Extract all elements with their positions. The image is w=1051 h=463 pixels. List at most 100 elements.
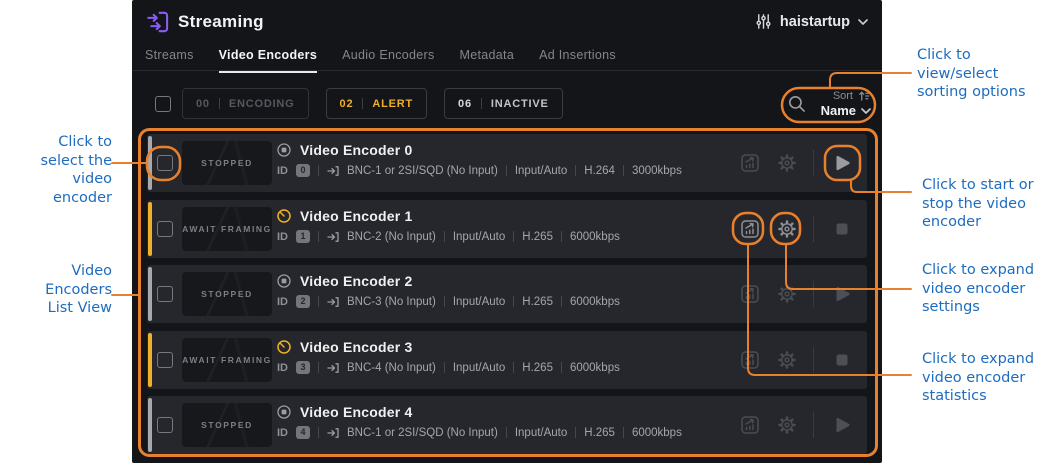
encoder-codec: H.265: [522, 362, 553, 374]
id-label: ID: [277, 165, 288, 177]
annotation-select-encoder: Click toselect thevideoencoder: [20, 133, 112, 207]
encoder-thumbnail: STOPPED: [182, 272, 272, 316]
encoder-thumbnail: AWAIT FRAMING: [182, 338, 272, 382]
search-icon[interactable]: [787, 94, 807, 114]
sliders-icon: [755, 13, 772, 30]
encoder-mode: Input/Auto: [453, 362, 505, 374]
encoder-bitrate: 6000kbps: [632, 427, 682, 439]
select-all-checkbox[interactable]: [155, 96, 171, 112]
statistics-button[interactable]: [739, 349, 761, 371]
meta-separator: [575, 165, 576, 176]
encoder-name: Video Encoder 4: [300, 404, 412, 420]
encoder-bitrate: 6000kbps: [570, 296, 620, 308]
encoder-codec: H.265: [522, 296, 553, 308]
sort-dropdown[interactable]: Sort Name: [821, 90, 871, 118]
id-badge: 3: [296, 361, 310, 374]
encoder-4-checkbox[interactable]: [157, 417, 173, 433]
play-icon: [838, 157, 849, 169]
statistics-button[interactable]: [739, 414, 761, 436]
alert-count: 02: [340, 98, 354, 110]
stopped-status-icon: [277, 405, 291, 419]
encoder-mode: Input/Auto: [515, 427, 567, 439]
encoder-mode: Input/Auto: [453, 231, 505, 243]
encoder-3-checkbox[interactable]: [157, 352, 173, 368]
filter-alert[interactable]: 02 ALERT: [326, 88, 428, 119]
input-icon: [327, 296, 339, 308]
statistics-button[interactable]: [739, 218, 761, 240]
encoder-codec: H.265: [584, 427, 615, 439]
statistics-button[interactable]: [739, 152, 761, 174]
encoder-name: Video Encoder 2: [300, 273, 412, 289]
meta-separator: [561, 231, 562, 242]
action-divider: [813, 216, 814, 242]
streaming-app-window: Streaming haistartup Streams Video Encod…: [132, 0, 882, 463]
meta-separator: [623, 165, 624, 176]
encoder-row-3[interactable]: AWAIT FRAMING Video Encoder 3 ID 3 BNC-4…: [147, 331, 867, 389]
meta-separator: [575, 427, 576, 438]
encoder-row-2[interactable]: STOPPED Video Encoder 2 ID 2 BNC-3 (No I…: [147, 265, 867, 323]
annotation-list-view: VideoEncodersList View: [20, 262, 112, 318]
action-divider: [813, 281, 814, 307]
stop-icon: [837, 224, 848, 235]
encoder-meta: ID 3 BNC-4 (No Input) Input/Auto H.265 6…: [277, 361, 620, 374]
tab-divider: [132, 70, 882, 71]
thumbnail-label: STOPPED: [201, 420, 253, 430]
encoder-0-checkbox[interactable]: [157, 155, 173, 171]
meta-separator: [318, 427, 319, 438]
thumbnail-label: AWAIT FRAMING: [182, 355, 272, 365]
meta-separator: [513, 231, 514, 242]
settings-button[interactable]: [776, 218, 798, 240]
encoder-bitrate: 6000kbps: [570, 231, 620, 243]
id-badge: 1: [296, 230, 310, 243]
filter-encoding[interactable]: 00 ENCODING: [182, 88, 309, 119]
status-stripe: [148, 136, 152, 190]
chip-separator: [362, 98, 363, 109]
settings-button[interactable]: [776, 349, 798, 371]
id-label: ID: [277, 427, 288, 439]
encoder-2-checkbox[interactable]: [157, 286, 173, 302]
status-stripe: [148, 398, 152, 452]
settings-button[interactable]: [776, 283, 798, 305]
meta-separator: [561, 362, 562, 373]
encoder-mode: Input/Auto: [453, 296, 505, 308]
statistics-button[interactable]: [739, 283, 761, 305]
screenshot-canvas: Streaming haistartup Streams Video Encod…: [0, 0, 1051, 463]
action-divider: [813, 347, 814, 373]
meta-separator: [513, 362, 514, 373]
start-stop-button[interactable]: [829, 150, 855, 176]
encoder-row-4[interactable]: STOPPED Video Encoder 4 ID 4 BNC-1 or 2S…: [147, 396, 867, 454]
id-label: ID: [277, 362, 288, 374]
start-stop-button[interactable]: [829, 216, 855, 242]
settings-button[interactable]: [776, 414, 798, 436]
annotation-statistics: Click to expandvideo encoderstatistics: [922, 350, 1047, 406]
input-icon: [327, 231, 339, 243]
sort-order-icon: [858, 90, 871, 102]
start-stop-button[interactable]: [829, 281, 855, 307]
meta-separator: [623, 427, 624, 438]
encoder-name: Video Encoder 1: [300, 208, 412, 224]
thumbnail-label: AWAIT FRAMING: [182, 224, 272, 234]
await-framing-status-icon: [277, 209, 291, 223]
input-icon: [327, 427, 339, 439]
meta-separator: [506, 165, 507, 176]
account-menu[interactable]: haistartup: [755, 13, 868, 30]
encoder-input: BNC-3 (No Input): [347, 296, 436, 308]
meta-separator: [318, 296, 319, 307]
encoder-row-1[interactable]: AWAIT FRAMING Video Encoder 1 ID 1 BNC-2…: [147, 200, 867, 258]
thumbnail-label: STOPPED: [201, 289, 253, 299]
encoder-row-0[interactable]: STOPPED Video Encoder 0 ID 0 BNC-1 or 2S…: [147, 134, 867, 192]
start-stop-button[interactable]: [829, 412, 855, 438]
start-stop-button[interactable]: [829, 347, 855, 373]
meta-separator: [318, 165, 319, 176]
encoder-1-checkbox[interactable]: [157, 221, 173, 237]
filter-inactive[interactable]: 06 INACTIVE: [444, 88, 563, 119]
encoding-label: ENCODING: [229, 98, 295, 110]
action-divider: [813, 150, 814, 176]
account-name: haistartup: [780, 14, 850, 30]
app-header: Streaming haistartup: [132, 0, 882, 45]
settings-button[interactable]: [776, 152, 798, 174]
inactive-count: 06: [458, 98, 472, 110]
encoder-thumbnail: AWAIT FRAMING: [182, 207, 272, 251]
encoder-meta: ID 0 BNC-1 or 2SI/SQD (No Input) Input/A…: [277, 164, 682, 177]
id-badge: 4: [296, 426, 310, 439]
